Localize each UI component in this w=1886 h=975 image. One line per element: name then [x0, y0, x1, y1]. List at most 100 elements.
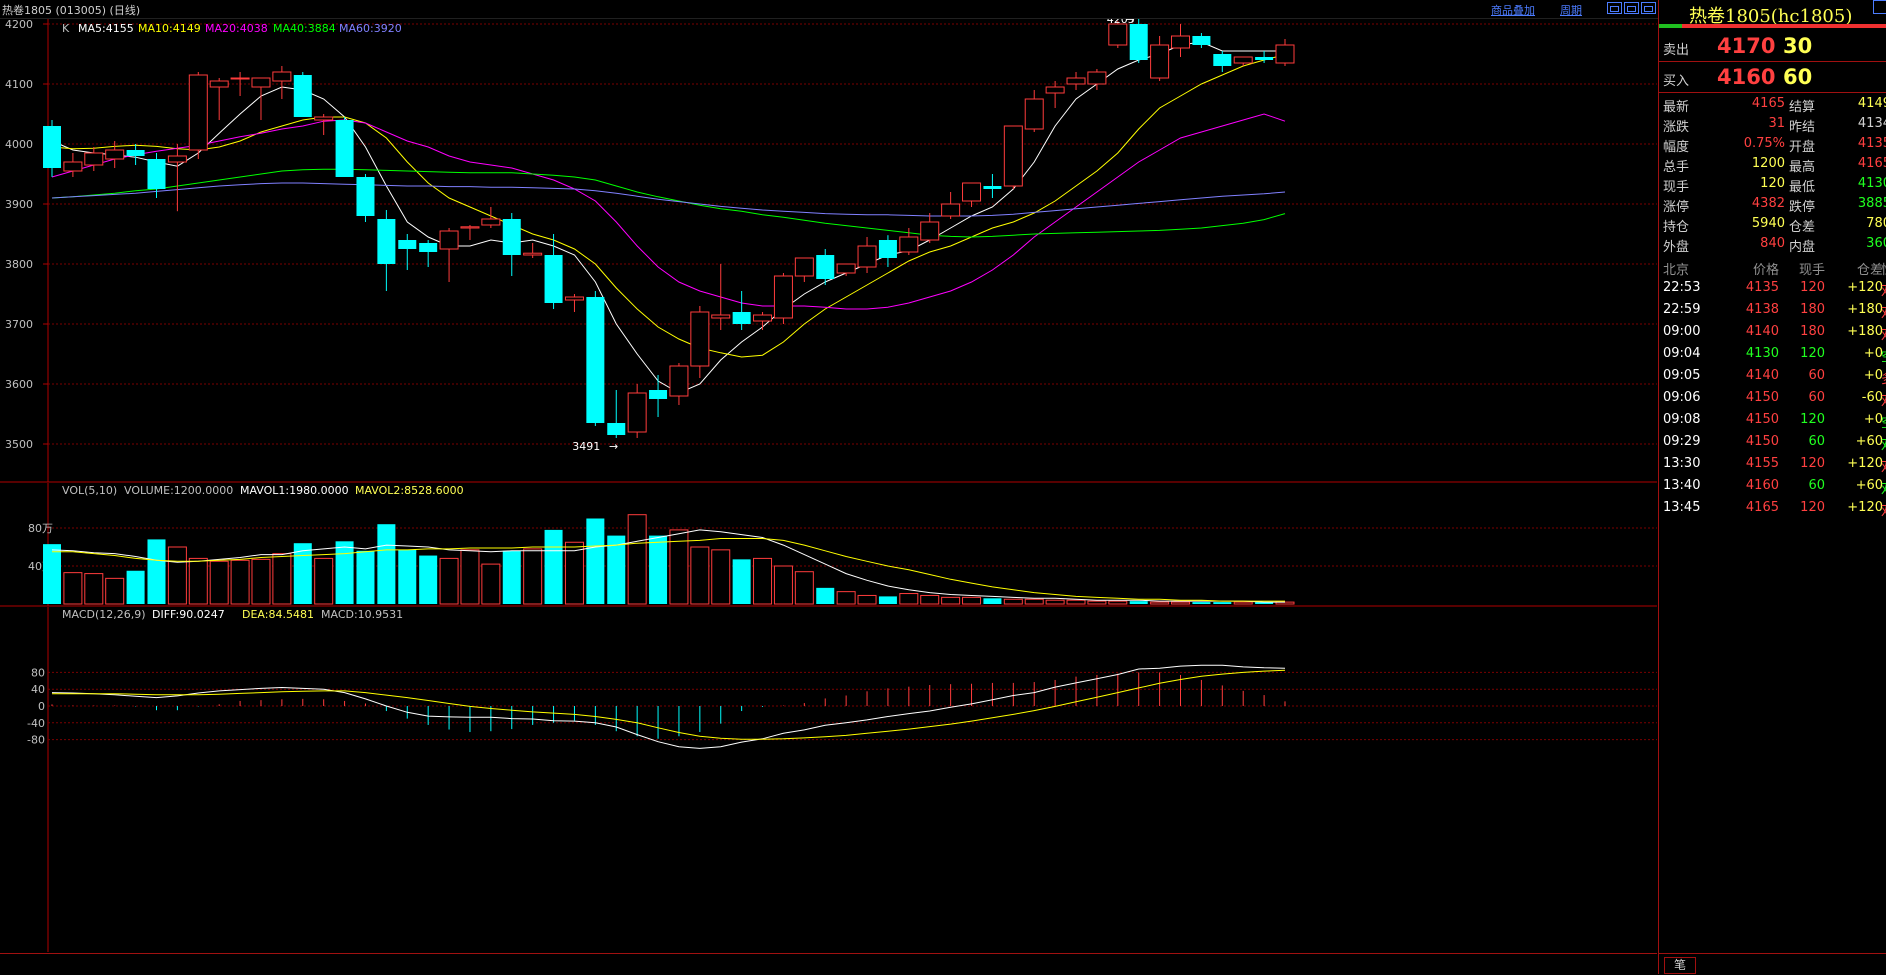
candle-body: [1129, 24, 1148, 60]
candle: [962, 182, 982, 207]
candle-body: [836, 263, 856, 274]
candle-body: [1275, 44, 1295, 64]
candle-body: [43, 126, 61, 168]
candle: [439, 228, 459, 282]
vol-bar: [586, 518, 605, 604]
tick-row-cell: 09:05: [1663, 368, 1701, 383]
macd-y-label: 0: [38, 700, 45, 713]
vol-bar: [147, 539, 166, 604]
vol-bar: [1087, 600, 1107, 605]
macd-y-label: -80: [27, 734, 45, 747]
vol-bar: [836, 591, 856, 605]
tick-row-cell: 60: [1808, 390, 1825, 405]
stat-value: 840: [1760, 236, 1785, 251]
vol-bar: [690, 546, 710, 605]
tick-row-cell: 60: [1808, 478, 1825, 493]
stat-label: 最新: [1663, 100, 1690, 115]
stat-value: 4149: [1857, 96, 1886, 111]
candle: [84, 147, 104, 171]
low-annotation: 3491: [572, 440, 600, 453]
tick-row-cell: 180: [1800, 302, 1825, 317]
ma-line-ma20: [51, 113, 1286, 310]
vol-bar: [1045, 599, 1065, 605]
tick-row-cell: 双开: [1881, 500, 1886, 519]
tick-tab[interactable]: 笔: [1664, 957, 1696, 974]
candle: [356, 174, 375, 222]
candle-body: [230, 77, 250, 80]
tick-header: 北京 价格 现手 仓差性质: [1659, 256, 1886, 278]
candle: [523, 243, 543, 258]
stat-row: 最新 4165 结算 4149: [1659, 94, 1886, 115]
product-overlay-link[interactable]: 商品叠加: [1491, 2, 1535, 18]
volume-panel: 80万40万VOL(5,10) VOLUME:1200.0000 MAVOL1:19…: [0, 483, 1657, 607]
candle-body: [335, 120, 354, 177]
tick-row-cell: +180: [1847, 302, 1883, 317]
vol-bar: [816, 587, 835, 604]
candle-body: [941, 203, 961, 217]
tick-row-cell: 13:40: [1663, 478, 1701, 493]
tick-row-cell: 120: [1800, 500, 1825, 515]
candle: [63, 153, 83, 177]
layout-button-3[interactable]: [1641, 2, 1656, 14]
vol-bar: [1129, 601, 1148, 604]
macd-y-label: 40: [31, 683, 45, 696]
period-link[interactable]: 周期: [1560, 2, 1582, 18]
vol-bar: [920, 594, 940, 605]
candle-body: [481, 218, 501, 226]
macd-legend-dea: DEA:84.5481: [242, 608, 314, 621]
stat-label: 跌停: [1789, 200, 1816, 215]
vol-bar: [773, 565, 793, 605]
tick-row-cell: 双平: [1881, 390, 1886, 409]
candle: [1275, 39, 1295, 66]
vol-bar: [1003, 598, 1023, 605]
candle: [105, 141, 125, 168]
candle-body: [586, 297, 605, 423]
stat-value: 31: [1768, 116, 1785, 131]
stat-row: 涨跌 31 昨结 4134: [1659, 114, 1886, 135]
tick-row-cell: 120: [1800, 346, 1825, 361]
vol-bar: [126, 570, 145, 604]
tick-row-cell: +120: [1847, 500, 1883, 515]
candle-body: [544, 255, 563, 303]
vol-bar: [272, 553, 292, 605]
layout-button-1[interactable]: [1607, 2, 1622, 14]
tick-row: 22:59 4138 180 +180双开: [1659, 299, 1886, 321]
candle: [690, 306, 710, 378]
candle: [335, 117, 354, 177]
stat-value: 4135: [1857, 136, 1886, 151]
vol-bar: [1192, 602, 1211, 604]
vol-y-label: 80万: [28, 522, 53, 535]
stat-value: 4165: [1751, 96, 1785, 111]
tick-row-cell: 双开: [1881, 324, 1886, 343]
y-tick-label: 4100: [5, 78, 33, 91]
vol-bar: [460, 549, 480, 605]
vol-bar: [251, 558, 271, 605]
vol-bar: [941, 596, 961, 605]
stat-value: 1200: [1751, 156, 1785, 171]
candle: [209, 78, 229, 120]
stat-value: 5940: [1751, 216, 1785, 231]
candle-body: [314, 116, 334, 121]
ma-line-ma5: [51, 41, 1285, 394]
candle-body: [188, 74, 208, 151]
tick-row-cell: 09:00: [1663, 324, 1701, 339]
vol-bar: [398, 549, 417, 604]
panel-toggle-button[interactable]: [1873, 0, 1886, 14]
chart-area[interactable]: 4200 4100 4000 3900 3800 3700 3600 3500 K MA5:415…: [0, 19, 1657, 953]
vol-bar: [627, 514, 647, 605]
macd-legend-name: MACD(12,26,9): [62, 608, 146, 621]
stat-label: 总手: [1663, 160, 1690, 175]
candle-body: [105, 149, 125, 160]
candle: [126, 144, 145, 165]
tick-header-cell: 价格: [1752, 263, 1779, 278]
legend-ma40: MA40:3884: [273, 22, 336, 35]
tick-row: 22:53 4135 120 +120双开: [1659, 277, 1886, 299]
tick-row-cell: +0: [1863, 346, 1883, 361]
vol-bar: [523, 548, 543, 605]
candle: [836, 263, 856, 276]
candle-body: [272, 71, 292, 82]
tick-row-cell: 双开: [1881, 280, 1886, 299]
vol-bar: [356, 550, 375, 604]
layout-button-2[interactable]: [1624, 2, 1639, 14]
candle-body: [251, 77, 271, 88]
